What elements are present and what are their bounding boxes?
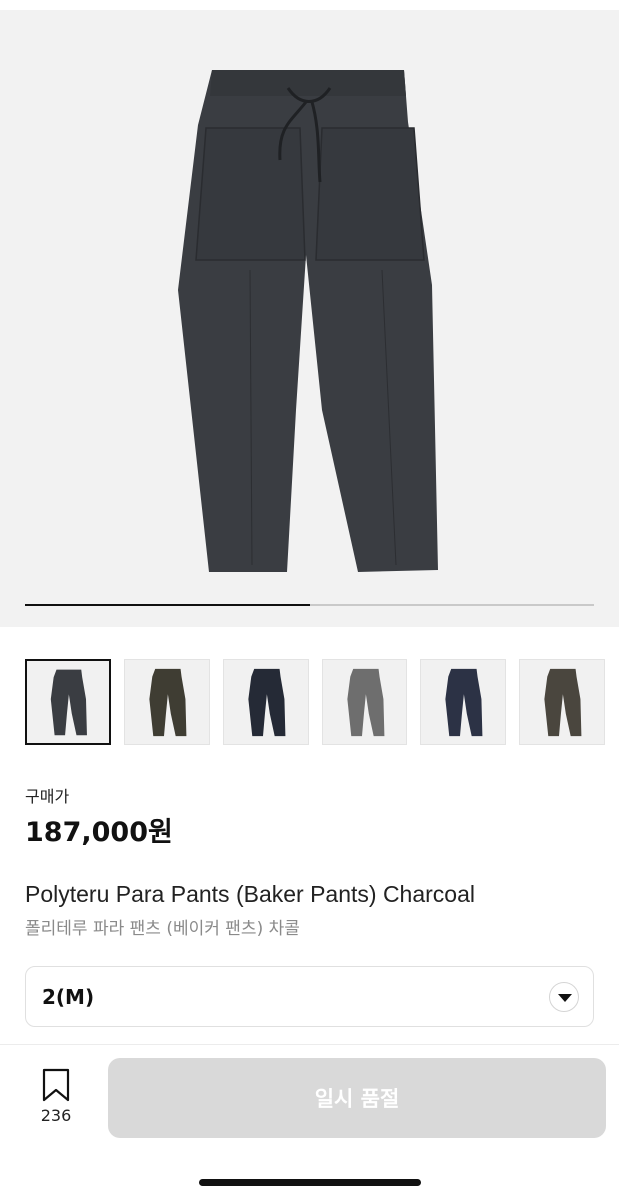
thumb-olive[interactable] [123,659,210,745]
chevron-down-icon[interactable] [549,982,579,1012]
thumbnail-strip [25,659,605,745]
gallery-progress-fill [25,604,310,606]
pants-pocket-right [315,127,425,261]
thumbnail-pants-image [445,668,483,737]
thumbnail-pants-image [544,668,582,737]
thumbnail-pants-image [149,668,187,737]
thumb-charcoal[interactable] [25,659,111,745]
pants-waistband [210,70,406,96]
bookmark-icon [42,1068,70,1102]
thumb-navy-dark[interactable] [222,659,309,745]
home-indicator [199,1179,421,1186]
product-name-korean: 폴리테루 파라 팬츠 (베이커 팬츠) 차콜 [25,919,300,939]
price-value: 187,000원 [25,817,173,848]
thumbnail-pants-image [346,668,384,737]
product-name-english: Polyteru Para Pants (Baker Pants) Charco… [25,881,475,907]
size-select[interactable]: 2(M) [25,966,594,1027]
size-select-value: 2(M) [42,985,95,1009]
bookmark-button[interactable]: 236 [30,1068,82,1128]
pants-pocket-left [195,127,306,261]
product-image-gallery[interactable] [0,10,619,627]
thumbnail-pants-image [248,668,286,737]
sold-out-button[interactable]: 일시 품절 [108,1058,606,1138]
bookmark-count: 236 [40,1106,72,1125]
thumb-navy[interactable] [420,659,507,745]
footer-divider [0,1044,619,1045]
gallery-progress [25,604,594,606]
thumbnail-pants-image [50,669,87,736]
thumb-grey[interactable] [321,659,408,745]
price-label: 구매가 [25,787,70,806]
thumb-brown[interactable] [519,659,605,745]
product-photo [178,70,438,572]
